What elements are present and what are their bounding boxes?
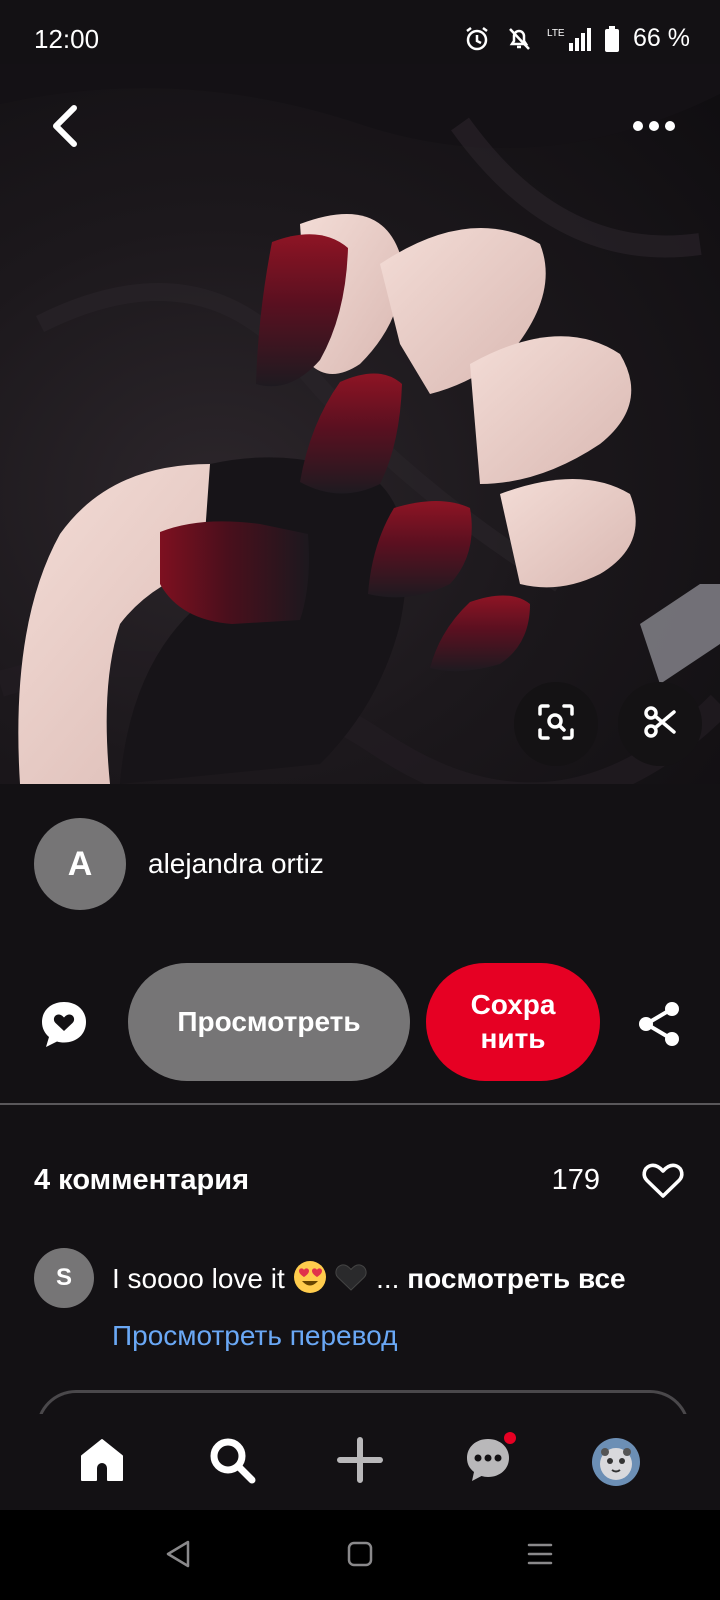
reaction-button[interactable] [38,998,90,1050]
status-bar: 12:00 LTE 66 % [0,0,720,64]
create-icon [336,1436,384,1489]
nav-home[interactable] [74,1434,130,1490]
pin-detail-screen: 12:00 LTE 66 % A alejandra ortiz Просмот… [0,0,720,1600]
pin-image[interactable] [0,64,720,784]
view-button[interactable]: Просмотреть [128,963,410,1081]
battery-level: 66 % [633,24,690,52]
status-icons: LTE 66 % [463,24,690,53]
nav-profile[interactable] [588,1434,644,1490]
messages-icon [464,1436,512,1489]
save-button[interactable]: Сохра нить [426,963,600,1081]
system-back-button[interactable] [158,1538,198,1574]
comment-ellipsis: ... [376,1263,400,1294]
black-heart-emoji-icon [334,1260,368,1301]
likes-count: 179 [551,1164,600,1196]
bottom-nav [0,1414,720,1510]
crop-button[interactable] [618,682,702,766]
author-row[interactable]: A alejandra ortiz [34,818,324,910]
profile-avatar [592,1438,640,1486]
author-avatar[interactable]: A [34,818,126,910]
divider [0,1103,720,1105]
heart-eyes-emoji-icon [293,1260,327,1301]
alarm-icon [463,25,491,53]
visual-search-button[interactable] [514,682,598,766]
share-button[interactable] [636,1000,684,1048]
home-icon [78,1436,126,1489]
nail-photo [0,64,720,784]
comment-text: I soooo love it [112,1263,285,1294]
system-recents-button[interactable] [520,1538,560,1574]
system-home-button[interactable] [340,1538,380,1574]
back-arrow-icon [48,104,80,153]
home-square-icon [346,1540,374,1573]
visual-search-icon [536,702,576,747]
status-time: 12:00 [34,24,100,54]
comments-header: 4 комментария 179 [34,1158,686,1202]
notifications-off-icon [505,25,533,53]
recents-icon [526,1541,554,1572]
comments-count[interactable]: 4 комментария [34,1164,249,1197]
heart-icon [640,1163,686,1208]
scissors-icon [643,705,677,744]
back-button[interactable] [36,100,92,156]
nav-messages[interactable] [460,1432,516,1490]
comment-heart-icon [38,1002,90,1054]
system-nav-bar [0,1510,720,1600]
view-translation-link[interactable]: Просмотреть перевод [112,1320,397,1352]
commenter-avatar[interactable]: S [34,1248,94,1308]
nav-search[interactable] [204,1434,260,1490]
like-button[interactable] [640,1158,686,1204]
signal-icon: LTE [547,25,592,53]
more-options-button[interactable] [624,104,684,152]
save-button-label: Сохра нить [470,989,556,1054]
see-all-link[interactable]: посмотреть все [407,1263,625,1294]
svg-text:LTE: LTE [547,28,565,39]
back-icon [164,1539,192,1574]
author-name[interactable]: alejandra ortiz [148,848,324,880]
action-row: Просмотреть Сохра нить [0,962,720,1082]
battery-icon [605,25,620,52]
notification-dot [504,1432,516,1444]
more-options-icon [632,119,676,137]
share-icon [636,1002,684,1052]
search-icon [207,1435,257,1490]
nav-create[interactable] [332,1434,388,1490]
comment-text-line: I soooo love it ... посмотреть все [112,1260,626,1301]
